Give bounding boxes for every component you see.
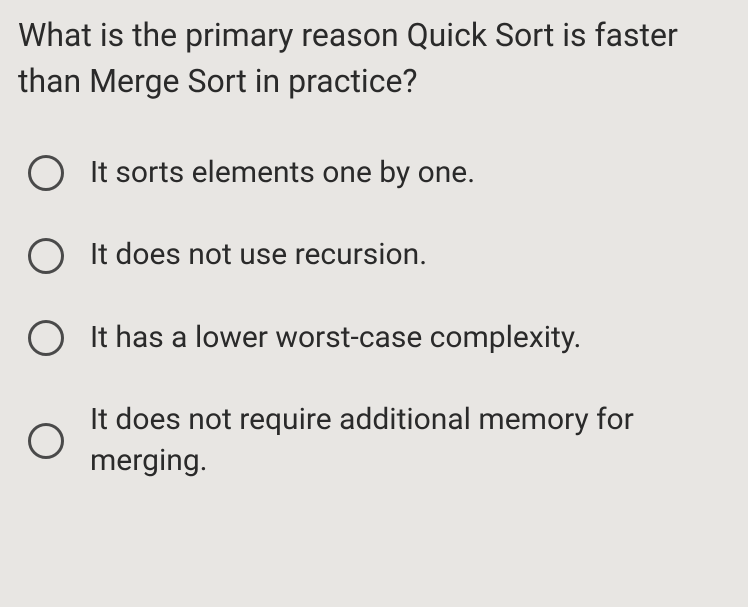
question-text: What is the primary reason Quick Sort is… bbox=[18, 12, 730, 105]
radio-icon bbox=[28, 155, 64, 191]
radio-icon bbox=[28, 320, 64, 356]
option-1[interactable]: It sorts elements one by one. bbox=[28, 153, 730, 194]
option-4[interactable]: It does not require additional memory fo… bbox=[28, 400, 730, 481]
radio-icon bbox=[28, 238, 64, 274]
option-label: It has a lower worst-case complexity. bbox=[90, 318, 581, 359]
option-label: It sorts elements one by one. bbox=[90, 153, 475, 194]
option-2[interactable]: It does not use recursion. bbox=[28, 235, 730, 276]
options-group: It sorts elements one by one. It does no… bbox=[18, 153, 730, 482]
option-3[interactable]: It has a lower worst-case complexity. bbox=[28, 318, 730, 359]
radio-icon bbox=[28, 423, 64, 459]
option-label: It does not require additional memory fo… bbox=[90, 400, 730, 481]
option-label: It does not use recursion. bbox=[90, 235, 427, 276]
